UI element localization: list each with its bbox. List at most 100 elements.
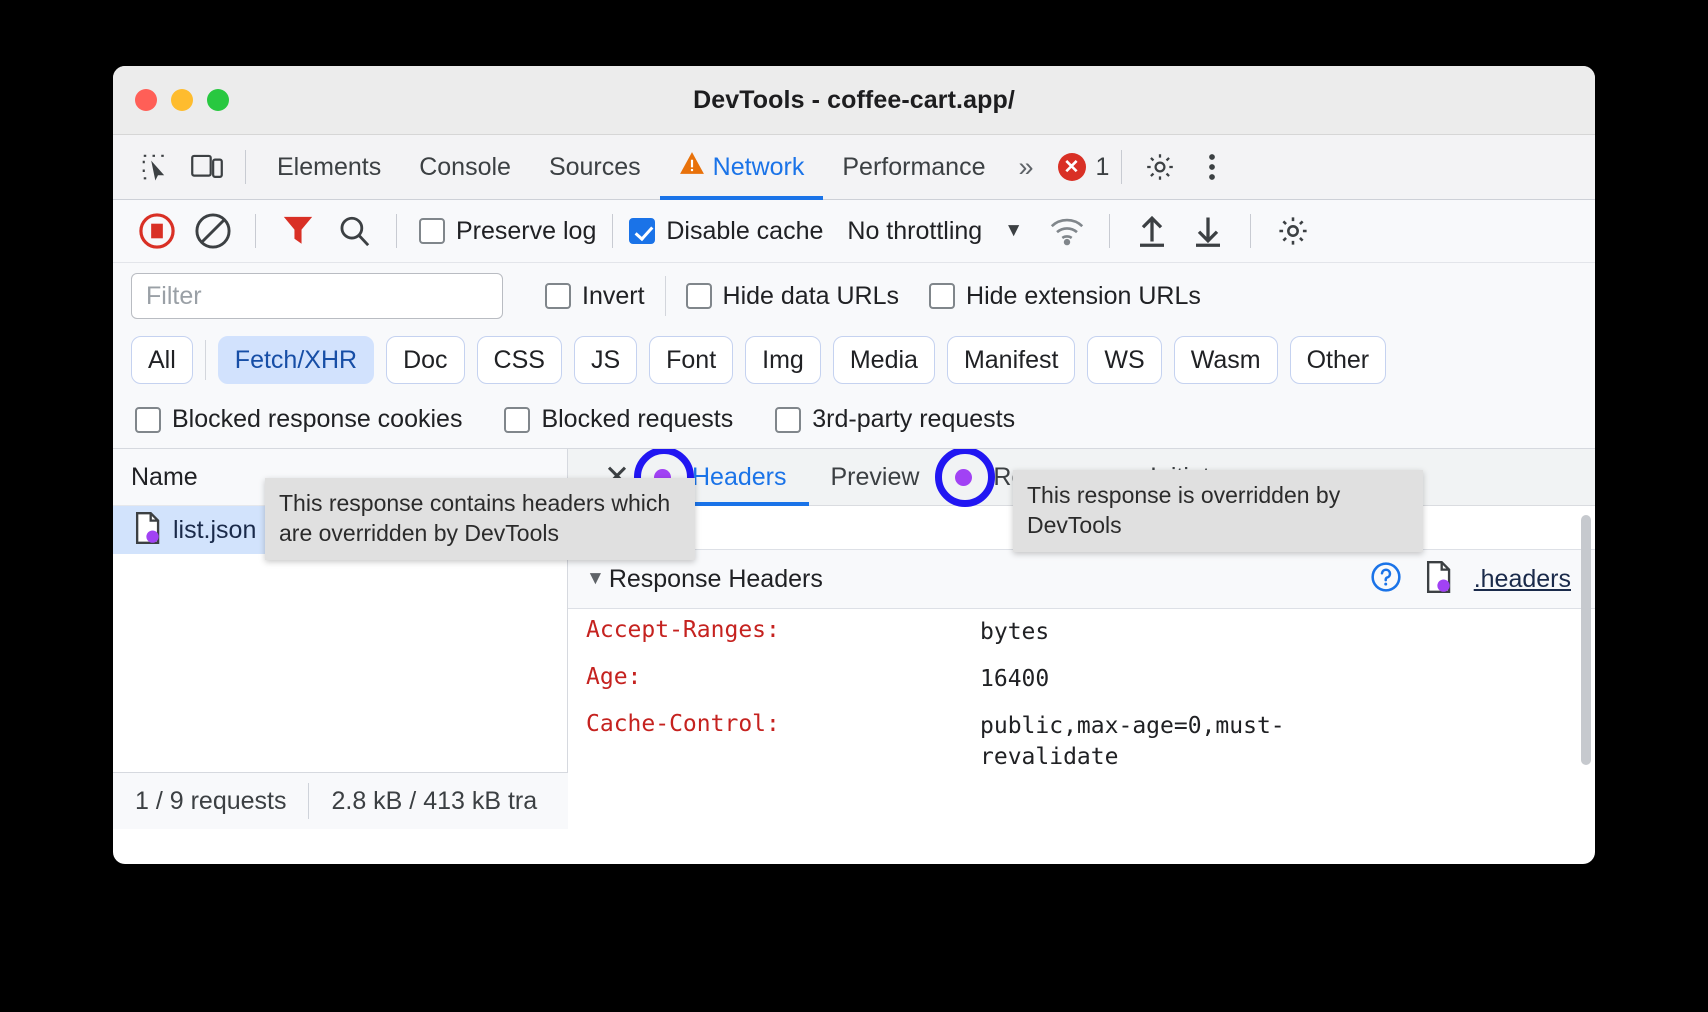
headers-file-overridden-icon[interactable]	[1424, 561, 1452, 598]
header-value[interactable]: 16400	[980, 664, 1049, 695]
chip-all[interactable]: All	[131, 336, 193, 384]
transfer-size: 2.8 kB / 413 kB tra	[331, 787, 537, 816]
help-question-icon[interactable]	[1370, 561, 1402, 598]
request-name: list.json	[173, 516, 256, 545]
chip-wasm[interactable]: Wasm	[1174, 336, 1278, 384]
chip-ws[interactable]: WS	[1087, 336, 1161, 384]
chip-media[interactable]: Media	[833, 336, 935, 384]
response-headers-actions: .headers	[1370, 561, 1595, 598]
disable-cache-checkbox[interactable]	[629, 218, 655, 244]
toolbar-divider-2	[1121, 150, 1122, 184]
tooltip-response-overridden: This response is overridden by DevTools	[1013, 470, 1423, 552]
net-toolbar-divider-4	[1109, 214, 1110, 248]
blocked-requests-row[interactable]: Blocked requests	[504, 405, 733, 434]
tab-sources[interactable]: Sources	[530, 135, 660, 200]
export-har-icon[interactable]	[1182, 205, 1234, 257]
hide-extension-urls-checkbox-row[interactable]: Hide extension URLs	[929, 282, 1201, 311]
headers-file-link[interactable]: .headers	[1474, 565, 1571, 594]
chip-other[interactable]: Other	[1290, 336, 1387, 384]
disable-cache-checkbox-row[interactable]: Disable cache	[629, 217, 823, 246]
chip-doc[interactable]: Doc	[386, 336, 464, 384]
toolbar-divider	[245, 150, 246, 184]
tab-elements[interactable]: Elements	[258, 135, 400, 200]
expander-triangle-icon[interactable]: ▼	[586, 568, 605, 590]
net-toolbar-divider-5	[1250, 214, 1251, 248]
preserve-log-checkbox-row[interactable]: Preserve log	[419, 217, 596, 246]
kebab-menu-icon[interactable]	[1186, 144, 1238, 190]
status-divider	[308, 783, 309, 819]
device-toolbar-icon[interactable]	[181, 144, 233, 190]
blocked-requests-checkbox[interactable]	[504, 407, 530, 433]
json-document-overridden-icon	[133, 512, 161, 549]
chip-js[interactable]: JS	[574, 336, 637, 384]
annotation-ring-response	[941, 453, 989, 501]
blocked-response-cookies-checkbox[interactable]	[135, 407, 161, 433]
filter-input[interactable]: Filter	[131, 273, 503, 319]
preserve-log-label: Preserve log	[456, 217, 596, 246]
main-tabs-overflow-icon[interactable]: »	[1004, 152, 1047, 183]
header-value[interactable]: bytes	[980, 617, 1049, 648]
third-party-requests-row[interactable]: 3rd-party requests	[775, 405, 1015, 434]
preserve-log-checkbox[interactable]	[419, 218, 445, 244]
disable-cache-label: Disable cache	[666, 217, 823, 246]
header-value[interactable]: public,max-age=0,must-revalidate	[980, 711, 1400, 773]
invert-label: Invert	[582, 282, 645, 311]
hide-data-urls-checkbox[interactable]	[686, 283, 712, 309]
tooltip-headers-overridden: This response contains headers which are…	[265, 478, 695, 560]
gear-icon[interactable]	[1134, 144, 1186, 190]
invert-checkbox-row[interactable]: Invert	[545, 282, 645, 311]
chip-img[interactable]: Img	[745, 336, 821, 384]
header-name: Cache-Control:	[586, 711, 980, 773]
import-har-icon[interactable]	[1126, 205, 1178, 257]
network-settings-gear-icon[interactable]	[1267, 205, 1319, 257]
filter-divider	[665, 276, 666, 316]
throttling-select[interactable]: No throttling	[847, 217, 982, 246]
header-name: Accept-Ranges:	[586, 617, 980, 648]
chevron-down-icon[interactable]: ▼	[1004, 220, 1023, 242]
filter-funnel-icon[interactable]	[272, 205, 324, 257]
header-row: Cache-Control: public,max-age=0,must-rev…	[568, 703, 1595, 781]
tab-network[interactable]: Network	[660, 135, 824, 200]
hide-extension-urls-checkbox[interactable]	[929, 283, 955, 309]
tab-preview[interactable]: Preview	[809, 449, 942, 506]
hide-data-urls-checkbox-row[interactable]: Hide data URLs	[686, 282, 899, 311]
net-toolbar-divider-2	[396, 214, 397, 248]
window-titlebar: DevTools - coffee-cart.app/	[113, 66, 1595, 135]
window-title: DevTools - coffee-cart.app/	[113, 86, 1595, 115]
error-count-group[interactable]: ✕ 1	[1058, 153, 1110, 182]
request-count: 1 / 9 requests	[135, 787, 286, 816]
inspect-element-icon[interactable]	[129, 144, 181, 190]
network-conditions-icon[interactable]	[1041, 205, 1093, 257]
invert-checkbox[interactable]	[545, 283, 571, 309]
third-party-requests-checkbox[interactable]	[775, 407, 801, 433]
response-headers-section: ▼ Response Headers	[568, 549, 1595, 781]
devtools-window: DevTools - coffee-cart.app/ Elements Con…	[113, 66, 1595, 864]
chip-fetch-xhr[interactable]: Fetch/XHR	[218, 336, 374, 384]
devtools-main-tabbar: Elements Console Sources Network Perform…	[113, 135, 1595, 200]
header-row: Accept-Ranges: bytes	[568, 609, 1595, 656]
tab-network-label: Network	[713, 135, 805, 200]
net-toolbar-divider-1	[255, 214, 256, 248]
network-status-bar: 1 / 9 requests 2.8 kB / 413 kB tra	[113, 772, 568, 829]
record-stop-icon[interactable]	[131, 205, 183, 257]
chip-divider	[205, 340, 206, 380]
response-headers-header[interactable]: ▼ Response Headers	[568, 549, 1595, 609]
blocked-response-cookies-label: Blocked response cookies	[172, 405, 462, 434]
filter-bar: Filter Invert Hide data URLs Hide extens…	[113, 263, 1595, 329]
chip-css[interactable]: CSS	[477, 336, 562, 384]
error-badge-icon: ✕	[1058, 153, 1086, 181]
tab-performance[interactable]: Performance	[823, 135, 1004, 200]
tab-headers[interactable]: Headers	[688, 449, 809, 506]
response-headers-title: Response Headers	[609, 565, 823, 594]
chip-manifest[interactable]: Manifest	[947, 336, 1075, 384]
clear-icon[interactable]	[187, 205, 239, 257]
blocked-filters-row: Blocked response cookies Blocked request…	[113, 391, 1595, 449]
tab-console[interactable]: Console	[400, 135, 530, 200]
detail-pane-scrollbar[interactable]	[1581, 515, 1591, 765]
net-toolbar-divider-3	[612, 214, 613, 248]
chip-font[interactable]: Font	[649, 336, 733, 384]
resource-type-filters: All Fetch/XHR Doc CSS JS Font Img Media …	[113, 329, 1595, 391]
search-icon[interactable]	[328, 205, 380, 257]
blocked-response-cookies-row[interactable]: Blocked response cookies	[135, 405, 462, 434]
blocked-requests-label: Blocked requests	[541, 405, 733, 434]
